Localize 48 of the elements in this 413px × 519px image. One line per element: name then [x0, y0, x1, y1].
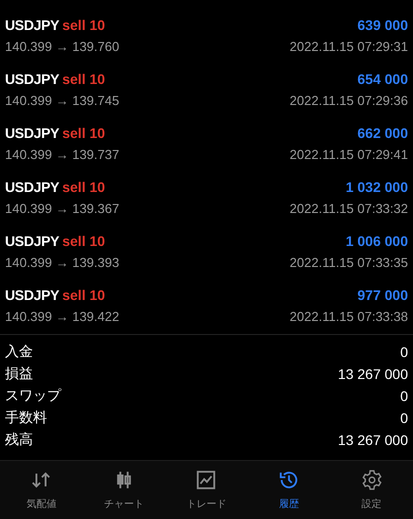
summary-label: スワップ — [5, 387, 61, 405]
profit-amount: 639 000 — [357, 16, 408, 32]
order-volume: sell 10 — [62, 286, 106, 302]
nav-tab[interactable]: 気配値 — [0, 461, 83, 519]
summary-value: 13 267 000 — [338, 432, 408, 448]
profit-amount: 1 032 000 — [346, 178, 408, 194]
deal-time: 2022.11.15 07:29:41 — [290, 146, 408, 162]
profit-amount: 662 000 — [357, 124, 408, 140]
deal-time: 2022.11.15 07:29:31 — [290, 38, 408, 54]
summary-value: 0 — [400, 410, 408, 426]
deal-time: 2022.11.15 07:33:38 — [290, 308, 408, 324]
order-volume: sell 10 — [62, 124, 106, 140]
order-volume: sell 10 — [62, 70, 106, 86]
nav-tab[interactable]: 履歴 — [248, 461, 330, 519]
symbol-text: USDJPY — [5, 178, 60, 194]
price-range: 140.399 → 139.760 — [5, 38, 120, 54]
profit-amount: 977 000 — [357, 286, 408, 302]
symbol-text: USDJPY — [5, 124, 60, 140]
summary-label: 手数料 — [5, 409, 47, 427]
deal-time: 2022.11.15 07:33:32 — [290, 200, 408, 216]
order-volume: sell 10 — [62, 178, 106, 194]
symbol-text: USDJPY — [5, 286, 60, 302]
profit-amount: 654 000 — [357, 70, 408, 86]
price-range: 140.399 → 139.745 — [5, 92, 120, 108]
deal-time: 2022.11.15 07:29:36 — [290, 92, 408, 108]
summary-label: 損益 — [5, 365, 33, 383]
summary-value: 0 — [400, 388, 408, 404]
order-volume: sell 10 — [62, 16, 106, 32]
settings-icon — [360, 469, 383, 491]
nav-tab[interactable]: チャート — [82, 461, 166, 519]
deal-time: 2022.11.15 07:33:35 — [290, 254, 408, 270]
history-icon — [278, 469, 300, 491]
line-chart-icon — [195, 469, 218, 491]
nav-tab[interactable]: 設定 — [330, 461, 413, 519]
summary-label: 入金 — [5, 343, 33, 361]
symbol-text: USDJPY — [5, 16, 60, 32]
price-range: 140.399 → 139.422 — [5, 308, 120, 324]
price-range: 140.399 → 139.737 — [5, 146, 120, 162]
order-volume: sell 10 — [62, 232, 106, 248]
symbol-text: USDJPY — [5, 70, 60, 86]
profit-amount: 1 006 000 — [346, 232, 408, 248]
price-range: 140.399 → 139.367 — [5, 200, 120, 216]
summary-value: 13 267 000 — [338, 366, 408, 382]
price-range: 140.399 → 139.393 — [5, 254, 120, 270]
symbol-text: USDJPY — [5, 232, 60, 248]
summary-value: 0 — [400, 344, 408, 360]
summary-label: 残高 — [5, 431, 33, 449]
nav-tab[interactable]: トレード — [165, 461, 248, 519]
